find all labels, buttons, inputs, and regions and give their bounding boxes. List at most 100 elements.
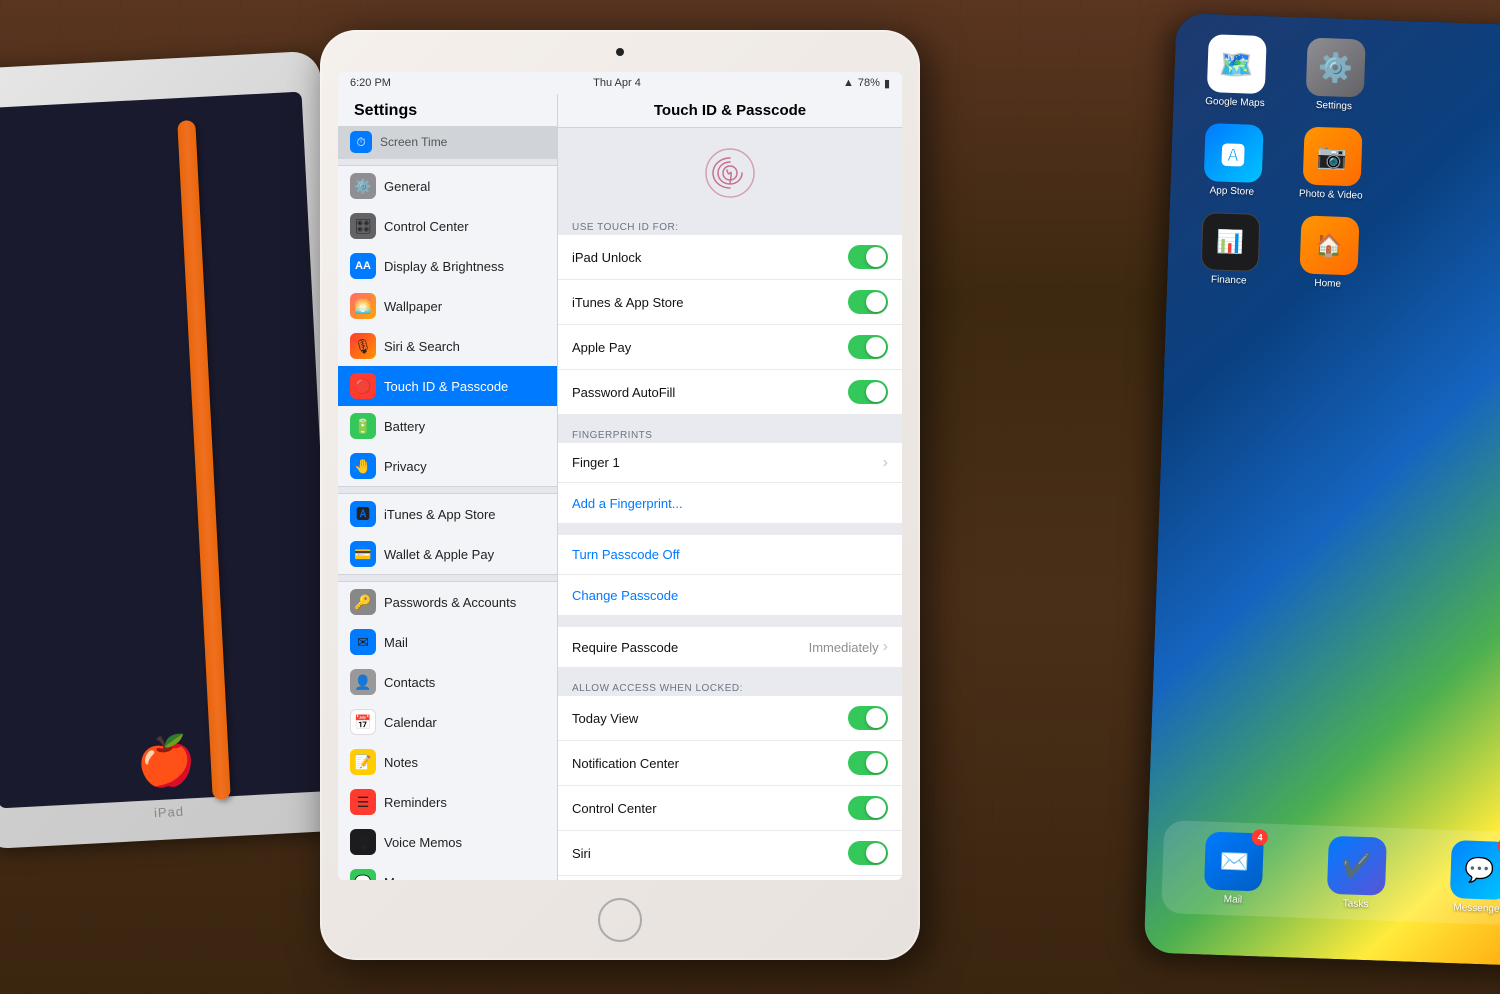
app-google-maps[interactable]: 🗺️ Google Maps	[1193, 34, 1278, 110]
ipad-unlock-label: iPad Unlock	[572, 250, 641, 265]
sidebar-item-touchid[interactable]: 🔴 Touch ID & Passcode	[338, 366, 557, 406]
sidebar-item-display[interactable]: AA Display & Brightness	[338, 246, 557, 286]
home-button[interactable]	[598, 898, 642, 942]
sidebar-item-wallet[interactable]: 💳 Wallet & Apple Pay	[338, 534, 557, 574]
turn-passcode-off-label: Turn Passcode Off	[572, 547, 680, 562]
app-photo-video[interactable]: 📷 Photo & Video	[1289, 126, 1374, 202]
sidebar-item-passwords[interactable]: 🔑 Passwords & Accounts	[338, 582, 557, 622]
sidebar-item-battery[interactable]: 🔋 Battery	[338, 406, 557, 446]
tasks-dock-icon: ✔️	[1327, 836, 1387, 896]
sidebar: Settings ⏱ Screen Time ⚙️ General 🎛 Cont…	[338, 94, 558, 880]
messenger-dock-icon: 💬 1	[1449, 840, 1500, 900]
screen-time-bar[interactable]: ⏱ Screen Time	[338, 126, 557, 158]
notes-label: Notes	[384, 755, 418, 770]
change-passcode-row[interactable]: Change Passcode	[558, 575, 902, 615]
app-appstore[interactable]: 🅰 App Store	[1190, 123, 1275, 199]
use-touch-id-header: USE TOUCH ID FOR:	[558, 218, 902, 235]
dock-mail[interactable]: ✉️ 4 Mail	[1204, 831, 1265, 906]
ipad-unlock-toggle[interactable]	[848, 245, 888, 269]
sidebar-divider-2	[338, 486, 557, 494]
apple-pay-row[interactable]: Apple Pay	[558, 325, 902, 370]
add-fingerprint-row[interactable]: Add a Fingerprint...	[558, 483, 902, 523]
settings-app-label: Settings	[1316, 100, 1353, 112]
itunes-app-store-toggle[interactable]	[848, 290, 888, 314]
dock-tasks[interactable]: ✔️ Tasks	[1326, 836, 1387, 911]
passwords-label: Passwords & Accounts	[384, 595, 516, 610]
siri-toggle[interactable]	[848, 841, 888, 865]
mail-badge: 4	[1252, 829, 1269, 846]
passcode-actions-section: Turn Passcode Off Change Passcode	[558, 535, 902, 615]
siri-row[interactable]: Siri	[558, 831, 902, 876]
ipad-screen: 6:20 PM Thu Apr 4 ▲ 78% ▮ Settings ⏱ Scr…	[338, 72, 902, 880]
change-passcode-label: Change Passcode	[572, 588, 678, 603]
itunes-app-store-row[interactable]: iTunes & App Store	[558, 280, 902, 325]
fingerprint-section	[558, 128, 902, 218]
dock-messenger[interactable]: 💬 1 Messenger	[1449, 840, 1500, 915]
screen-time-label: Screen Time	[380, 135, 447, 149]
apple-pay-toggle[interactable]	[848, 335, 888, 359]
sidebar-item-notes[interactable]: 📝 Notes	[338, 742, 557, 782]
ipad-unlock-row[interactable]: iPad Unlock	[558, 235, 902, 280]
battery-icon: ▮	[884, 77, 890, 90]
sidebar-item-control-center[interactable]: 🎛 Control Center	[338, 206, 557, 246]
sidebar-item-privacy[interactable]: 🤚 Privacy	[338, 446, 557, 486]
mail-icon: ✉	[350, 629, 376, 655]
sidebar-item-siri[interactable]: 🎙 Siri & Search	[338, 326, 557, 366]
app-settings[interactable]: ⚙️ Settings	[1292, 37, 1377, 113]
sidebar-item-voice-memos[interactable]: 🎙 Voice Memos	[338, 822, 557, 862]
finance-label: Finance	[1211, 274, 1247, 286]
finger-1-row[interactable]: Finger 1	[558, 443, 902, 483]
finger-1-chevron	[883, 454, 888, 472]
apple-logo: 🍎	[135, 731, 198, 791]
turn-passcode-off-row[interactable]: Turn Passcode Off	[558, 535, 902, 575]
settings-container: Settings ⏱ Screen Time ⚙️ General 🎛 Cont…	[338, 94, 902, 880]
notification-center-toggle[interactable]	[848, 751, 888, 775]
content-title: Touch ID & Passcode	[558, 94, 902, 128]
siri-locked-label: Siri	[572, 846, 591, 861]
control-center-toggle[interactable]	[848, 796, 888, 820]
messenger-dock-label: Messenger	[1453, 902, 1500, 915]
status-right: ▲ 78% ▮	[843, 77, 890, 90]
reminders-icon: ☰	[350, 789, 376, 815]
wallet-label: Wallet & Apple Pay	[384, 547, 494, 562]
display-label: Display & Brightness	[384, 259, 504, 274]
battery-icon-sidebar: 🔋	[350, 413, 376, 439]
allow-access-group: Today View Notification Center Control C…	[558, 696, 902, 880]
password-autofill-toggle[interactable]	[848, 380, 888, 404]
password-autofill-label: Password AutoFill	[572, 385, 675, 400]
wallet-icon: 💳	[350, 541, 376, 567]
sidebar-item-messages[interactable]: 💬 Messages	[338, 862, 557, 880]
contacts-icon: 👤	[350, 669, 376, 695]
sidebar-item-wallpaper[interactable]: 🌅 Wallpaper	[338, 286, 557, 326]
require-passcode-group: Require Passcode Immediately	[558, 627, 902, 667]
app-home[interactable]: 🏠 Home	[1286, 215, 1371, 291]
sidebar-item-general[interactable]: ⚙️ General	[338, 166, 557, 206]
notes-icon: 📝	[350, 749, 376, 775]
contacts-label: Contacts	[384, 675, 435, 690]
itunes-app-store-label: iTunes & App Store	[572, 295, 684, 310]
sidebar-item-calendar[interactable]: 📅 Calendar	[338, 702, 557, 742]
notification-center-row[interactable]: Notification Center	[558, 741, 902, 786]
ipad-label: iPad	[154, 804, 185, 821]
today-view-toggle[interactable]	[848, 706, 888, 730]
status-bar: 6:20 PM Thu Apr 4 ▲ 78% ▮	[338, 72, 902, 94]
require-passcode-row[interactable]: Require Passcode Immediately	[558, 627, 902, 667]
wallpaper-label: Wallpaper	[384, 299, 442, 314]
sidebar-item-mail[interactable]: ✉ Mail	[338, 622, 557, 662]
general-icon: ⚙️	[350, 173, 376, 199]
today-view-row[interactable]: Today View	[558, 696, 902, 741]
password-autofill-row[interactable]: Password AutoFill	[558, 370, 902, 414]
finance-icon: 📊	[1200, 212, 1260, 272]
require-passcode-label: Require Passcode	[572, 640, 678, 655]
apple-pay-label: Apple Pay	[572, 340, 631, 355]
calendar-label: Calendar	[384, 715, 437, 730]
sidebar-item-reminders[interactable]: ☰ Reminders	[338, 782, 557, 822]
control-center-row[interactable]: Control Center	[558, 786, 902, 831]
itunes-icon: 🅰	[350, 501, 376, 527]
sidebar-item-contacts[interactable]: 👤 Contacts	[338, 662, 557, 702]
app-finance[interactable]: 📊 Finance	[1187, 212, 1272, 288]
home-control-row[interactable]: Home Control	[558, 876, 902, 880]
google-maps-icon: 🗺️	[1206, 34, 1266, 94]
sidebar-title: Settings	[338, 94, 557, 126]
sidebar-item-itunes[interactable]: 🅰 iTunes & App Store	[338, 494, 557, 534]
